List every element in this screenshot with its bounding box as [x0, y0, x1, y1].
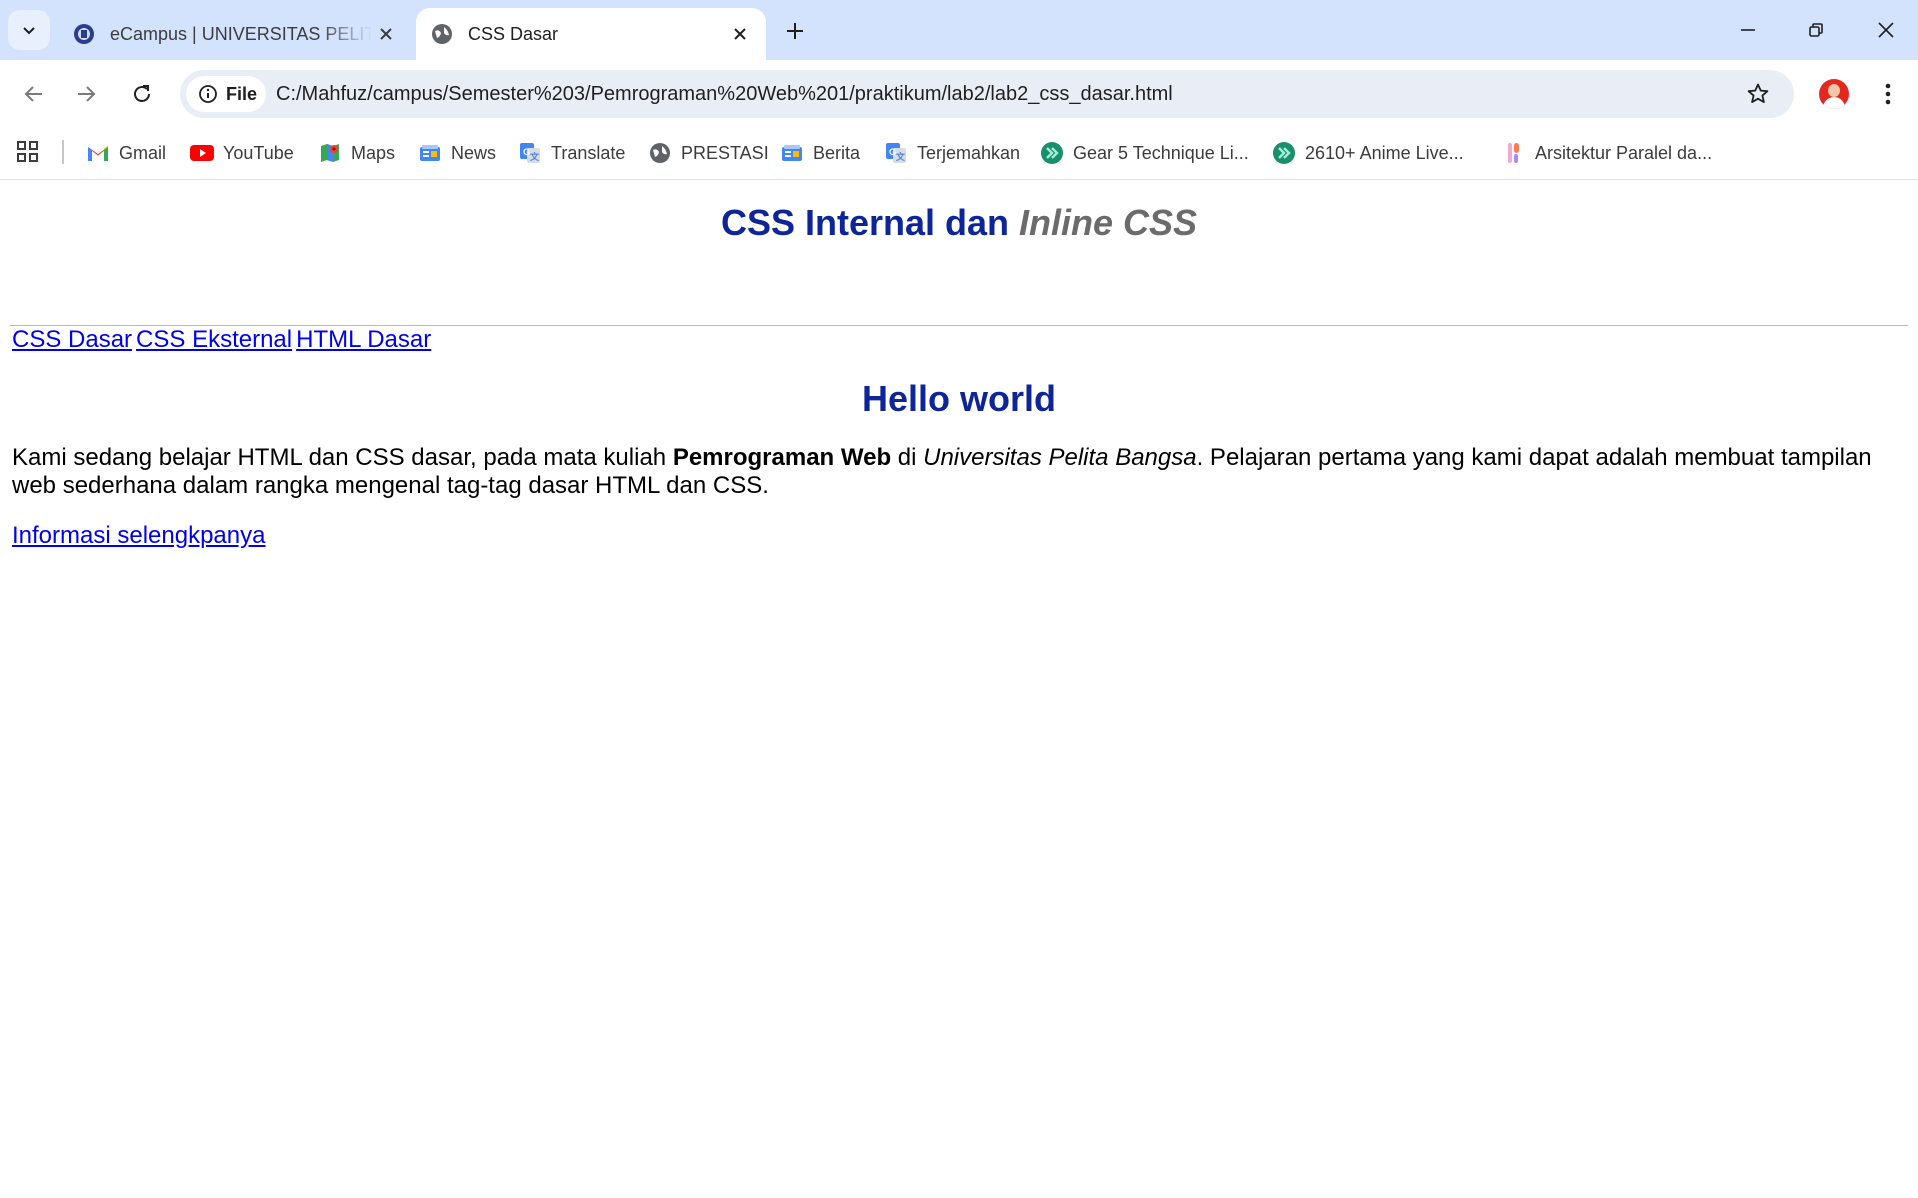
tab-title: CSS Dasar	[468, 23, 559, 44]
bookmark-label: Gear 5 Technique Li...	[1073, 142, 1249, 163]
bookmark-label: Maps	[351, 142, 396, 163]
tab-search-button[interactable]	[8, 10, 50, 50]
bookmark-label: Arsitektur Paralel da...	[1535, 142, 1713, 163]
double-chevron-icon	[1040, 141, 1064, 165]
more-info-link[interactable]: Informasi selengkpanya	[12, 522, 265, 550]
page-content: CSS Internal dan Inline CSS CSS Dasar CSS…	[0, 180, 1918, 1198]
browser-toolbar: File C:/Mahfuz/campus/Semester%203/Pemro…	[0, 60, 1918, 128]
close-window-button[interactable]	[1858, 8, 1914, 52]
star-icon	[1747, 83, 1769, 103]
svg-text:G: G	[889, 147, 896, 157]
minimize-button[interactable]	[1720, 8, 1776, 52]
more-vert-icon	[1885, 83, 1891, 105]
nav-link-html-dasar[interactable]: HTML Dasar	[296, 326, 431, 353]
chip-label: File	[226, 83, 258, 104]
maps-icon	[318, 141, 342, 165]
bookmark-star-button[interactable]	[1740, 76, 1776, 112]
url-text[interactable]: C:/Mahfuz/campus/Semester%203/Pemrograma…	[276, 70, 1173, 118]
bookmark-arsitektur[interactable]: Arsitektur Paralel da...	[1502, 136, 1712, 170]
bookmark-news[interactable]: News	[418, 136, 496, 170]
bookmark-label: News	[451, 142, 497, 163]
tab-css-dasar[interactable]: CSS Dasar	[416, 8, 766, 60]
bookmark-anime[interactable]: 2610+ Anime Live...	[1272, 136, 1464, 170]
bookmark-label: Gmail	[119, 142, 167, 163]
bookmarks-bar: Gmail YouTube Maps News G文 Translate PRE…	[0, 128, 1918, 180]
news-icon	[780, 141, 804, 165]
app-icon	[1502, 141, 1526, 165]
bookmark-prestasi[interactable]: PRESTASI	[648, 136, 769, 170]
university-crest-icon	[72, 22, 96, 46]
bookmark-label: PRESTASI	[681, 142, 769, 163]
svg-text:文: 文	[529, 151, 540, 162]
restore-button[interactable]	[1788, 8, 1844, 52]
apps-grid-icon[interactable]	[16, 140, 42, 166]
back-button[interactable]	[14, 74, 54, 114]
paragraph-text: Kami sedang belajar HTML dan CSS dasar, …	[12, 444, 673, 471]
translate-icon: G文	[884, 141, 908, 165]
bookmark-terjemahkan[interactable]: G文 Terjemahkan	[884, 136, 1020, 170]
tab-ecampus[interactable]: eCampus | UNIVERSITAS PELITA BANGSA	[60, 8, 412, 60]
tab-title: eCampus | UNIVERSITAS PELITA BANGSA	[110, 23, 372, 44]
hello-heading: Hello world	[861, 378, 1056, 419]
svg-text:文: 文	[895, 151, 906, 162]
bookmark-youtube[interactable]: YouTube	[190, 136, 294, 170]
paragraph-italic: Universitas Pelita Bangsa	[923, 444, 1197, 471]
bookmark-berita[interactable]: Berita	[780, 136, 860, 170]
new-tab-button[interactable]	[778, 14, 812, 48]
bookmark-maps[interactable]: Maps	[318, 136, 395, 170]
bookmark-label: Berita	[813, 142, 861, 163]
arrow-right-icon	[78, 86, 96, 102]
nav-link-css-eksternal[interactable]: CSS Eksternal	[136, 326, 292, 353]
close-icon[interactable]	[726, 20, 754, 48]
address-bar[interactable]: File C:/Mahfuz/campus/Semester%203/Pemro…	[180, 70, 1794, 118]
youtube-icon	[190, 141, 214, 165]
nav-link-css-dasar[interactable]: CSS Dasar	[12, 326, 132, 353]
bookmark-label: 2610+ Anime Live...	[1305, 142, 1464, 163]
tab-strip: eCampus | UNIVERSITAS PELITA BANGSA CSS …	[0, 0, 1918, 60]
reload-button[interactable]	[122, 74, 162, 114]
bookmark-label: Translate	[551, 142, 626, 163]
profile-button[interactable]	[1816, 76, 1852, 112]
chevron-down-icon	[23, 27, 35, 35]
bookmark-label: Terjemahkan	[917, 142, 1021, 163]
browser-menu-button[interactable]	[1870, 76, 1906, 112]
site-info-chip[interactable]: File	[186, 76, 266, 112]
page-title: CSS Internal dan Inline CSS	[0, 202, 1918, 244]
arrow-left-icon	[24, 86, 42, 102]
globe-icon	[430, 22, 454, 46]
avatar	[1819, 79, 1849, 109]
paragraph-bold: Pemrograman Web	[672, 444, 892, 471]
close-icon[interactable]	[372, 20, 400, 48]
reload-icon	[134, 85, 150, 102]
bookmark-label: YouTube	[223, 142, 294, 163]
paragraph-text: di	[891, 444, 924, 471]
bookmark-gmail[interactable]: Gmail	[86, 136, 166, 170]
minimize-icon	[1741, 29, 1755, 31]
info-icon	[199, 85, 217, 103]
globe-icon	[648, 141, 672, 165]
restore-icon	[1809, 23, 1823, 37]
page-title-main: CSS Internal dan	[720, 202, 1020, 243]
translate-icon: G文	[518, 141, 542, 165]
svg-text:G: G	[523, 147, 530, 157]
bookmark-translate[interactable]: G文 Translate	[518, 136, 625, 170]
forward-button[interactable]	[66, 74, 106, 114]
double-chevron-icon	[1272, 141, 1296, 165]
intro-paragraph: Kami sedang belajar HTML dan CSS dasar, …	[12, 444, 1888, 500]
plus-icon	[787, 23, 803, 39]
close-icon	[1878, 22, 1894, 38]
bookmark-separator	[62, 140, 64, 164]
bookmark-gear5[interactable]: Gear 5 Technique Li...	[1040, 136, 1249, 170]
page-nav: CSS Dasar CSS Eksternal HTML Dasar	[12, 326, 435, 354]
news-icon	[418, 141, 442, 165]
page-title-italic: Inline CSS	[1019, 202, 1198, 243]
gmail-icon	[86, 141, 110, 165]
